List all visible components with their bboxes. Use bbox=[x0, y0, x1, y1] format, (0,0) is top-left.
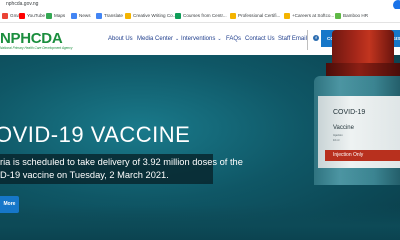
hero-caption-line: ria is scheduled to take delivery of 3.9… bbox=[0, 157, 243, 167]
nav-faqs[interactable]: FAQs bbox=[226, 35, 241, 43]
bookmark-creative-writing[interactable]: Creative Writing Co... bbox=[125, 12, 177, 19]
nav-media-center[interactable]: Media Center ⌄ bbox=[137, 35, 179, 43]
bookmark-label: Creative Writing Co... bbox=[133, 13, 177, 18]
bookmarks-bar: Gmail YouTube Maps News Translate Creati… bbox=[0, 9, 400, 23]
site-logo[interactable]: NPHCDA bbox=[0, 31, 63, 46]
bookmark-courses[interactable]: Courses from Centr... bbox=[175, 12, 227, 19]
read-more-button[interactable]: More bbox=[0, 196, 19, 213]
vial-neck bbox=[326, 63, 400, 77]
nav-interventions-label: Interventions bbox=[181, 36, 216, 42]
vial-label-subtitle: Vaccine bbox=[333, 125, 354, 131]
chevron-down-icon: ⌄ bbox=[217, 36, 222, 42]
bookmark-label: Translate bbox=[104, 13, 123, 18]
bookmark-translate[interactable]: Translate bbox=[96, 12, 123, 19]
maps-icon bbox=[46, 12, 52, 19]
bookmark-label: +Careers at Softco... bbox=[292, 13, 335, 18]
news-icon bbox=[71, 12, 77, 19]
bookmark-folder-icon bbox=[230, 12, 236, 19]
bookmark-label: News bbox=[79, 13, 91, 18]
nav-contact[interactable]: Contact Us bbox=[245, 35, 275, 43]
nav-staff-email[interactable]: Staff Email bbox=[278, 35, 307, 43]
bookmark-folder-icon bbox=[125, 12, 131, 19]
translate-icon bbox=[96, 12, 102, 19]
hero-title: OVID-19 VACCINE bbox=[0, 122, 191, 147]
hero-shelf bbox=[0, 205, 400, 240]
bamboohr-icon bbox=[335, 12, 341, 19]
bookmark-professional[interactable]: Professional Certifi... bbox=[230, 12, 280, 19]
nav-interventions[interactable]: Interventions ⌄ bbox=[181, 35, 222, 43]
bookmark-label: Professional Certifi... bbox=[238, 13, 281, 18]
vial-label-small: 10 ml bbox=[333, 139, 340, 142]
gmail-icon bbox=[2, 12, 8, 19]
youtube-icon bbox=[19, 12, 25, 19]
bookmark-label: Courses from Centr... bbox=[183, 13, 227, 18]
vial-label-small: Injection bbox=[333, 134, 343, 137]
facebook-icon[interactable]: f bbox=[313, 35, 319, 41]
bookmark-folder-icon bbox=[284, 12, 290, 19]
nav-about[interactable]: About Us bbox=[108, 35, 133, 43]
bookmark-news[interactable]: News bbox=[71, 12, 91, 19]
bookmark-bamboohr[interactable]: Bamboo HR bbox=[335, 12, 368, 19]
hero-caption-line: D-19 vaccine on Tuesday, 2 March 2021. bbox=[0, 170, 169, 180]
nav-divider bbox=[307, 30, 308, 50]
bookmark-label: YouTube bbox=[27, 13, 46, 18]
site-tagline: National Primary Health Care Development… bbox=[0, 46, 73, 50]
courses-icon bbox=[175, 12, 181, 19]
address-url[interactable]: nphcda.gov.ng bbox=[6, 0, 38, 9]
bookmark-youtube[interactable]: YouTube bbox=[19, 12, 45, 19]
nav-media-label: Media Center bbox=[137, 36, 174, 42]
bookmark-careers[interactable]: +Careers at Softco... bbox=[284, 12, 334, 19]
vial-label-title: COVID-19 bbox=[333, 109, 366, 116]
bookmark-label: Bamboo HR bbox=[343, 13, 369, 18]
vial-cap bbox=[332, 30, 394, 64]
browser-address-bar[interactable]: nphcda.gov.ng bbox=[0, 0, 400, 10]
chevron-down-icon: ⌄ bbox=[175, 36, 180, 42]
bookmark-label: Maps bbox=[54, 13, 66, 18]
bookmark-maps[interactable]: Maps bbox=[46, 12, 65, 19]
vial-label-band-text: Injection Only bbox=[333, 152, 364, 158]
